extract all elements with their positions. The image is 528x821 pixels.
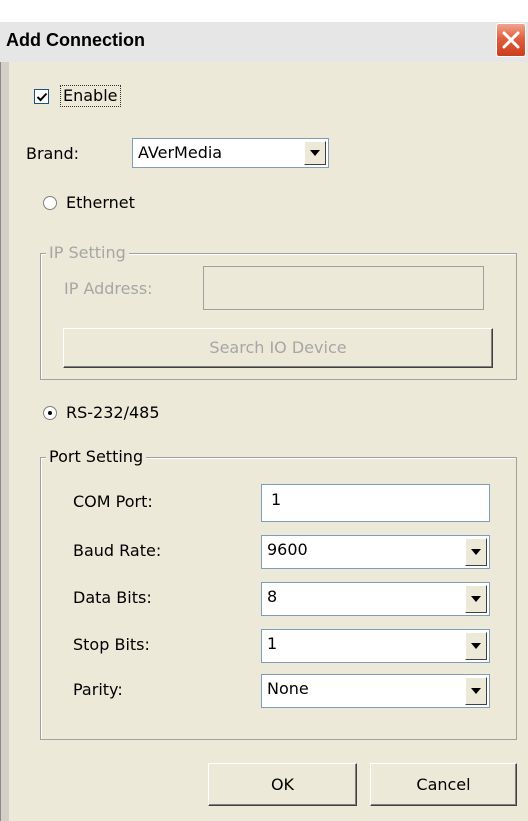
baud-rate-select[interactable]: 9600 bbox=[261, 535, 490, 569]
baud-rate-dropdown-button[interactable] bbox=[465, 538, 487, 566]
chevron-down-icon bbox=[471, 596, 481, 602]
com-port-value: 1 bbox=[271, 490, 282, 509]
brand-dropdown-button[interactable] bbox=[304, 141, 326, 165]
enable-checkbox[interactable] bbox=[34, 89, 49, 104]
ok-button[interactable]: OK bbox=[208, 763, 357, 806]
chevron-down-icon bbox=[471, 688, 481, 694]
window-title: Add Connection bbox=[6, 30, 145, 50]
cancel-button[interactable]: Cancel bbox=[370, 763, 517, 806]
enable-label[interactable]: Enable bbox=[60, 85, 121, 107]
parity-dropdown-button[interactable] bbox=[465, 677, 487, 705]
search-io-device-button[interactable]: Search IO Device bbox=[63, 328, 493, 368]
brand-value: AVerMedia bbox=[138, 143, 223, 162]
data-bits-select[interactable]: 8 bbox=[261, 582, 490, 616]
brand-select[interactable]: AVerMedia bbox=[132, 138, 329, 168]
brand-label: Brand: bbox=[26, 144, 80, 163]
parity-value: None bbox=[267, 679, 309, 698]
close-icon bbox=[502, 31, 520, 49]
parity-label: Parity: bbox=[73, 680, 123, 699]
data-bits-dropdown-button[interactable] bbox=[465, 585, 487, 613]
title-bar: Add Connection bbox=[0, 22, 528, 62]
chevron-down-icon bbox=[471, 549, 481, 555]
chevron-down-icon bbox=[471, 643, 481, 649]
com-port-input[interactable]: 1 bbox=[261, 484, 490, 522]
chevron-down-icon bbox=[310, 150, 320, 156]
rs232-radio[interactable] bbox=[43, 406, 57, 420]
stop-bits-label: Stop Bits: bbox=[73, 635, 150, 654]
check-icon bbox=[36, 92, 48, 102]
radio-selected-dot bbox=[48, 411, 52, 415]
baud-rate-label: Baud Rate: bbox=[73, 541, 162, 560]
close-button[interactable] bbox=[496, 23, 526, 57]
ethernet-radio[interactable] bbox=[43, 196, 57, 210]
data-bits-value: 8 bbox=[267, 587, 278, 606]
com-port-label: COM Port: bbox=[73, 492, 153, 511]
ethernet-label[interactable]: Ethernet bbox=[66, 193, 135, 213]
stop-bits-select[interactable]: 1 bbox=[261, 629, 490, 663]
ip-address-label: IP Address: bbox=[64, 279, 153, 298]
data-bits-label: Data Bits: bbox=[73, 588, 152, 607]
ip-setting-legend: IP Setting bbox=[46, 243, 129, 263]
stop-bits-value: 1 bbox=[267, 634, 278, 653]
parity-select[interactable]: None bbox=[261, 674, 490, 708]
port-setting-legend: Port Setting bbox=[46, 447, 147, 467]
baud-rate-value: 9600 bbox=[267, 540, 308, 559]
window-border bbox=[0, 62, 9, 821]
ip-address-input[interactable] bbox=[203, 266, 484, 310]
stop-bits-dropdown-button[interactable] bbox=[465, 632, 487, 660]
rs232-label[interactable]: RS-232/485 bbox=[66, 403, 160, 423]
